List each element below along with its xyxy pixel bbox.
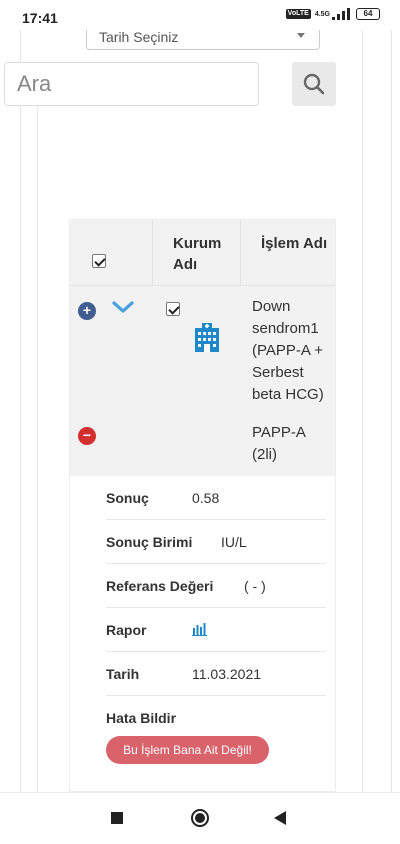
column-header-kurum[interactable]: Kurum Adı: [152, 220, 240, 286]
column-header-label: İşlem Adı: [261, 235, 328, 252]
detail-row-tarih: Tarih 11.03.2021: [106, 652, 326, 696]
inner-frame-line: [37, 106, 38, 792]
detail-label: Rapor: [106, 622, 147, 638]
detail-label: Tarih: [106, 666, 140, 682]
detail-row-birim: Sonuç Birimi IU/L: [106, 520, 326, 564]
status-icons: VoLTE 4.5G 64: [285, 8, 380, 20]
battery-icon: 64: [356, 8, 380, 20]
detail-label: Sonuç: [106, 490, 149, 506]
date-select-label: Tarih Seçiniz: [99, 29, 179, 45]
search-input[interactable]: [4, 62, 259, 106]
recent-apps-icon[interactable]: [111, 812, 123, 824]
results-table: Kurum Adı İşlem Adı + Down sendrom1 (PAP…: [69, 219, 336, 792]
procedure-name: Down sendrom1 (PAPP-A + Serbest beta HCG…: [252, 298, 324, 403]
detail-value: ( - ): [244, 578, 266, 594]
signal-icon: [332, 8, 350, 20]
status-time: 17:41: [22, 10, 58, 26]
detail-value: IU/L: [221, 534, 247, 550]
detail-row-rapor: Rapor: [106, 608, 326, 652]
detail-row-hata: Hata Bildir: [106, 696, 326, 740]
report-error-button[interactable]: Bu İşlem Bana Ait Değil!: [106, 736, 269, 764]
chevron-down-icon[interactable]: [112, 300, 134, 314]
detail-value: 11.03.2021: [192, 666, 262, 682]
detail-label: Hata Bildir: [106, 710, 177, 726]
inner-frame-line: [362, 30, 363, 792]
network-type: 4.5G: [314, 10, 330, 18]
row-checkbox[interactable]: [166, 302, 180, 316]
search-button[interactable]: [292, 62, 336, 106]
navigation-bar: [0, 792, 400, 844]
column-header-islem[interactable]: İşlem Adı: [240, 220, 335, 286]
volte-icon: VoLTE: [285, 9, 311, 19]
detail-label: Referans Değeri: [106, 578, 214, 594]
hospital-building-icon: [195, 323, 219, 352]
detail-row-sonuc: Sonuç 0.58: [106, 476, 326, 520]
report-chart-icon[interactable]: [192, 622, 208, 636]
table-header: Kurum Adı İşlem Adı: [70, 220, 335, 286]
collapse-minus-icon[interactable]: −: [78, 427, 96, 445]
select-all-checkbox[interactable]: [92, 254, 106, 268]
detail-row-referans: Referans Değeri ( - ): [106, 564, 326, 608]
search-icon: [303, 73, 325, 95]
procedure-name: PAPP-A (2li): [252, 424, 306, 463]
detail-label: Sonuç Birimi: [106, 534, 193, 550]
back-icon[interactable]: [274, 811, 286, 825]
expand-plus-icon[interactable]: +: [78, 302, 96, 320]
caret-down-icon: [297, 33, 305, 38]
column-header-label: Kurum Adı: [173, 235, 222, 273]
detail-value: 0.58: [192, 490, 220, 506]
status-bar: 17:41 VoLTE 4.5G 64: [0, 0, 400, 30]
home-icon[interactable]: [191, 809, 209, 827]
